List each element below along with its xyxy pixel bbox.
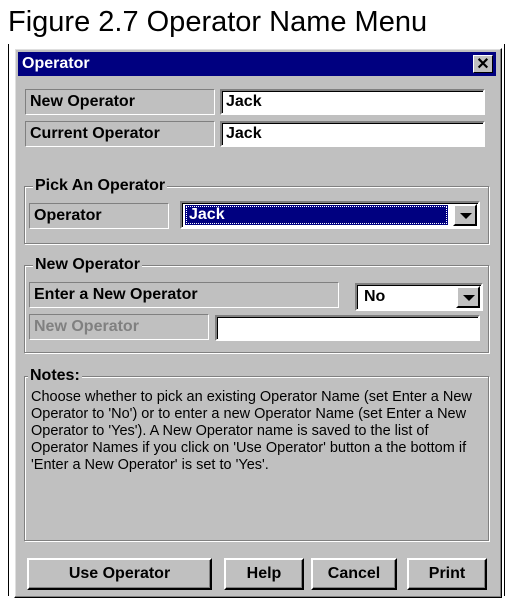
new-operator-label: New Operator [25,89,215,115]
enter-new-operator-select[interactable]: No [355,283,483,311]
new-operator-name-input[interactable] [215,315,480,341]
title-bar[interactable]: Operator ✕ [18,52,496,76]
notes-group: Notes: Choose whether to pick an existin… [24,366,489,541]
print-button[interactable]: Print [407,558,487,590]
new-operator-input[interactable]: Jack [220,89,485,115]
operator-select[interactable]: Jack [180,201,480,229]
use-operator-button[interactable]: Use Operator [27,558,212,590]
enter-new-operator-dropdown-button[interactable] [456,286,480,308]
cancel-button[interactable]: Cancel [311,558,397,590]
new-operator-legend: New Operator [33,255,142,275]
new-operator-group: New Operator Enter a New Operator No New… [24,255,489,353]
chevron-down-icon [463,295,475,301]
current-operator-label: Current Operator [25,121,215,147]
window-title: Operator [22,55,90,72]
pick-operator-group: Pick An Operator Operator Jack [24,176,489,244]
operator-dialog: Operator ✕ New Operator Jack Current Ope… [14,48,502,598]
pick-operator-legend: Pick An Operator [33,176,168,196]
figure-caption: Figure 2.7 Operator Name Menu [8,6,428,38]
notes-text: Choose whether to pick an existing Opera… [31,389,472,473]
help-button[interactable]: Help [224,558,304,590]
new-operator-name-label: New Operator [29,314,209,340]
close-button[interactable]: ✕ [473,55,493,73]
enter-new-operator-value: No [364,288,386,305]
enter-new-operator-label: Enter a New Operator [29,282,339,308]
notes-legend: Notes: [28,366,82,386]
operator-dropdown-button[interactable] [453,204,477,226]
chevron-down-icon [460,213,472,219]
close-icon: ✕ [476,56,490,73]
pick-operator-label: Operator [29,203,169,229]
current-operator-input[interactable]: Jack [220,121,485,147]
operator-select-value: Jack [185,205,448,225]
